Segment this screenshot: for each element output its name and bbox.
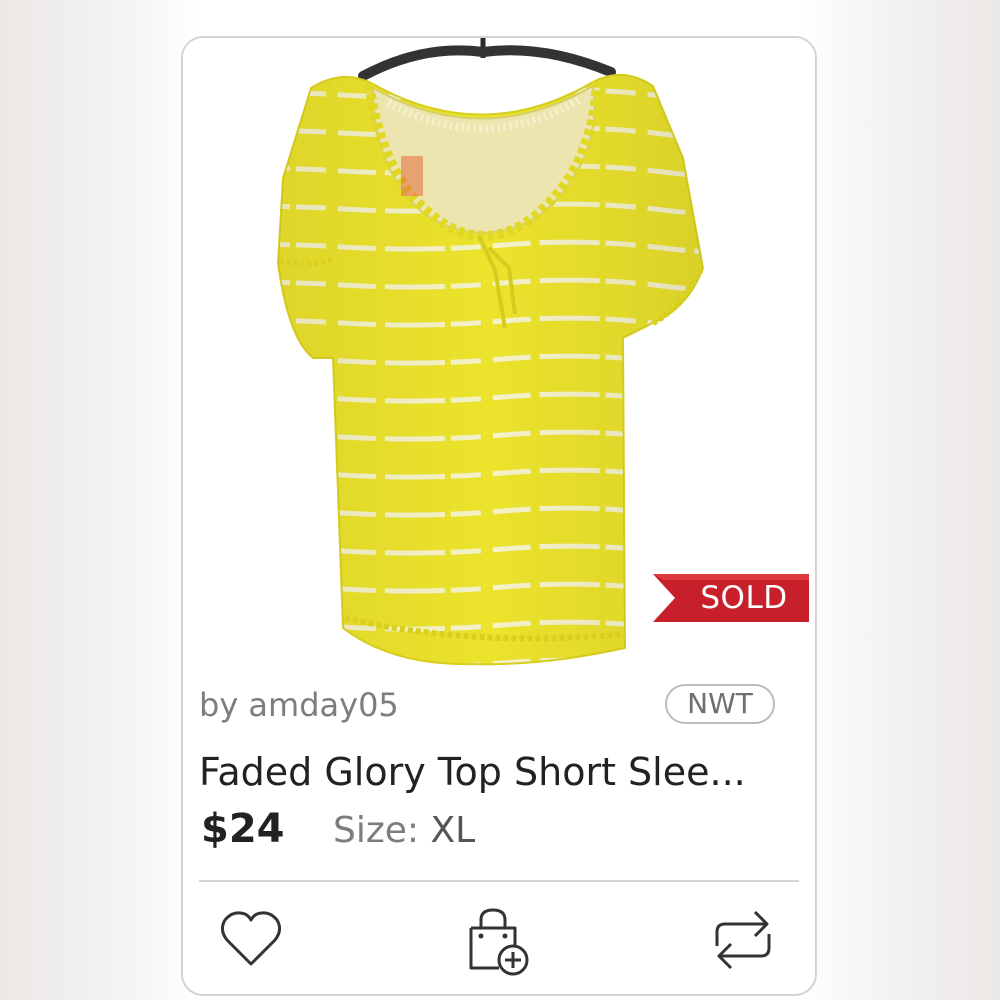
sold-banner: SOLD	[653, 572, 811, 624]
shopping-bag-plus-icon	[469, 908, 529, 976]
seller-username[interactable]: by amday05	[199, 686, 399, 724]
sold-label: SOLD	[700, 580, 788, 616]
share-loop-icon	[715, 910, 771, 970]
like-button[interactable]	[215, 904, 287, 976]
listing-title[interactable]: Faded Glory Top Short Slee...	[199, 750, 799, 794]
listing-price: $24	[201, 806, 285, 852]
size-value: XL	[430, 810, 476, 851]
share-button[interactable]	[707, 904, 779, 976]
add-to-bundle-button[interactable]	[463, 904, 535, 976]
divider	[199, 880, 799, 882]
condition-badge: NWT	[665, 684, 775, 724]
listing-card[interactable]: SOLD by amday05 NWT Faded Glory Top Shor…	[181, 36, 817, 996]
listing-size: Size: XL	[333, 810, 475, 851]
product-photo[interactable]: SOLD	[183, 38, 815, 666]
size-label: Size:	[333, 810, 420, 851]
heart-icon	[220, 911, 282, 966]
